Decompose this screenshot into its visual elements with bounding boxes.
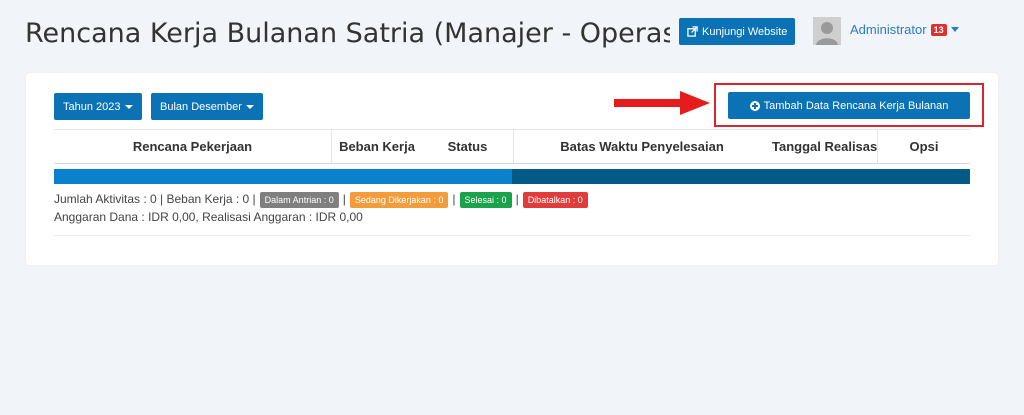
table-header: Rencana Pekerjaan Beban Kerja Status Bat… [54,129,970,164]
summary-separator: | [515,192,519,206]
chevron-down-icon [950,27,959,32]
add-monthly-plan-button[interactable]: Tambah Data Rencana Kerja Bulanan [728,92,970,119]
progress-bar [54,169,970,184]
user-menu[interactable]: Administrator 13 [850,22,959,37]
summary-separator: | [342,192,346,206]
user-silhouette-icon [813,17,841,45]
plus-circle-icon [749,100,760,111]
column-header-realization-date[interactable]: Tanggal Realisasi [770,130,878,163]
main-card: Tahun 2023 Bulan Desember Tambah Data Re… [26,73,998,265]
column-header-deadline[interactable]: Batas Waktu Penyelesaian [514,130,770,163]
page-title: Rencana Kerja Bulanan Satria (Manajer - … [25,18,670,49]
user-name: Administrator [850,22,927,37]
avatar[interactable] [813,17,841,45]
column-header-options[interactable]: Opsi [878,130,970,163]
summary-counts: Jumlah Aktivitas : 0 | Beban Kerja : 0 | [54,192,256,206]
annotation-arrow-icon [614,91,710,115]
visit-website-label: Kunjungi Website [702,25,788,38]
external-link-icon [687,26,698,37]
cancelled-badge: Dibatalkan : 0 [522,191,588,208]
activity-summary: Jumlah Aktivitas : 0 | Beban Kerja : 0 |… [54,191,588,208]
summary-separator: | [452,192,456,206]
notification-badge: 13 [930,23,947,36]
year-dropdown[interactable]: Tahun 2023 [54,93,142,120]
add-monthly-plan-label: Tambah Data Rencana Kerja Bulanan [763,99,949,112]
divider [54,235,970,236]
month-dropdown-label: Bulan Desember [160,100,242,113]
in-progress-badge: Sedang Dikerjakan : 0 [349,191,449,208]
column-header-workload[interactable]: Beban Kerja [332,130,422,163]
budget-summary: Anggaran Dana : IDR 0,00, Realisasi Angg… [54,210,363,224]
column-header-status[interactable]: Status [422,130,514,163]
visit-website-button[interactable]: Kunjungi Website [679,18,796,45]
year-dropdown-label: Tahun 2023 [63,100,121,113]
column-header-task[interactable]: Rencana Pekerjaan [54,130,332,163]
done-badge: Selesai : 0 [459,191,512,208]
queued-badge: Dalam Antrian : 0 [259,191,339,208]
progress-bar-fill [54,169,512,184]
chevron-down-icon [245,104,254,109]
chevron-down-icon [124,104,133,109]
month-dropdown[interactable]: Bulan Desember [151,93,263,120]
